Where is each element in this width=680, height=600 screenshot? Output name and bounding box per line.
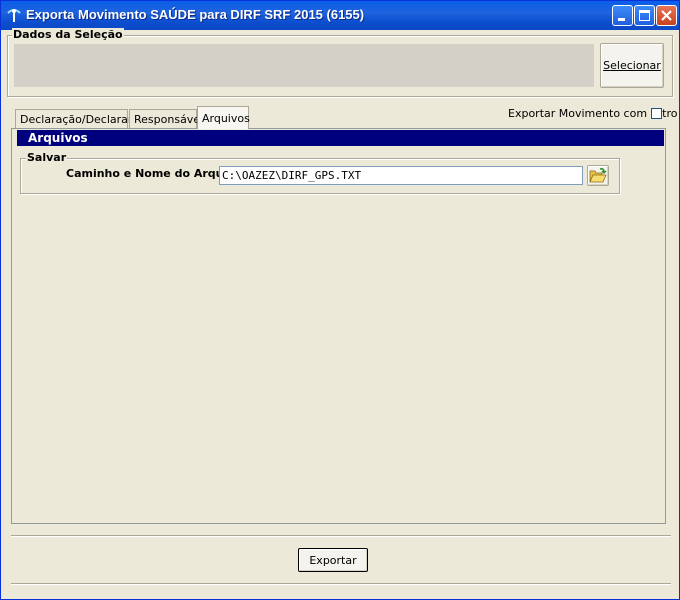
tab-responsavel[interactable]: Responsável — [129, 109, 203, 128]
minimize-button[interactable] — [612, 5, 633, 26]
export-button[interactable]: Exportar — [298, 548, 368, 572]
minimize-icon — [618, 18, 625, 21]
selection-group-title: Dados da Seleção — [12, 28, 124, 41]
export-button-label: Exportar — [309, 554, 357, 567]
path-input-value: C:\OAZEZ\DIRF_GPS.TXT — [222, 169, 362, 182]
footer-separator-top — [11, 535, 671, 537]
tab-declaracao-label: Declaração/Declarante — [20, 113, 146, 126]
select-button[interactable]: Selecionar — [600, 43, 664, 88]
browse-button[interactable] — [587, 165, 609, 186]
close-icon — [661, 10, 672, 21]
path-label: Caminho e Nome do Arquivo — [66, 167, 242, 180]
save-group-title: Salvar — [26, 151, 68, 164]
maximize-icon — [639, 10, 650, 21]
app-icon — [7, 9, 21, 22]
panel-header: Arquivos — [17, 130, 664, 146]
window-title: Exporta Movimento SAÚDE para DIRF SRF 20… — [26, 7, 365, 22]
tab-responsavel-label: Responsável — [134, 113, 204, 126]
filter-checkbox[interactable] — [651, 108, 662, 119]
main-window: Exporta Movimento SAÚDE para DIRF SRF 20… — [0, 0, 680, 600]
folder-open-icon — [589, 168, 607, 183]
selection-display — [14, 44, 594, 87]
path-input[interactable]: C:\OAZEZ\DIRF_GPS.TXT — [219, 166, 583, 185]
tab-arquivos-label: Arquivos — [202, 112, 250, 125]
title-bar[interactable]: Exporta Movimento SAÚDE para DIRF SRF 20… — [1, 1, 679, 30]
maximize-button[interactable] — [634, 5, 655, 26]
close-button[interactable] — [656, 5, 677, 26]
panel-header-title: Arquivos — [28, 131, 88, 145]
tab-arquivos[interactable]: Arquivos — [197, 106, 250, 129]
tab-declaracao[interactable]: Declaração/Declarante — [15, 109, 146, 128]
footer-separator-bottom — [11, 583, 671, 585]
select-button-label: Selecionar — [603, 59, 661, 72]
